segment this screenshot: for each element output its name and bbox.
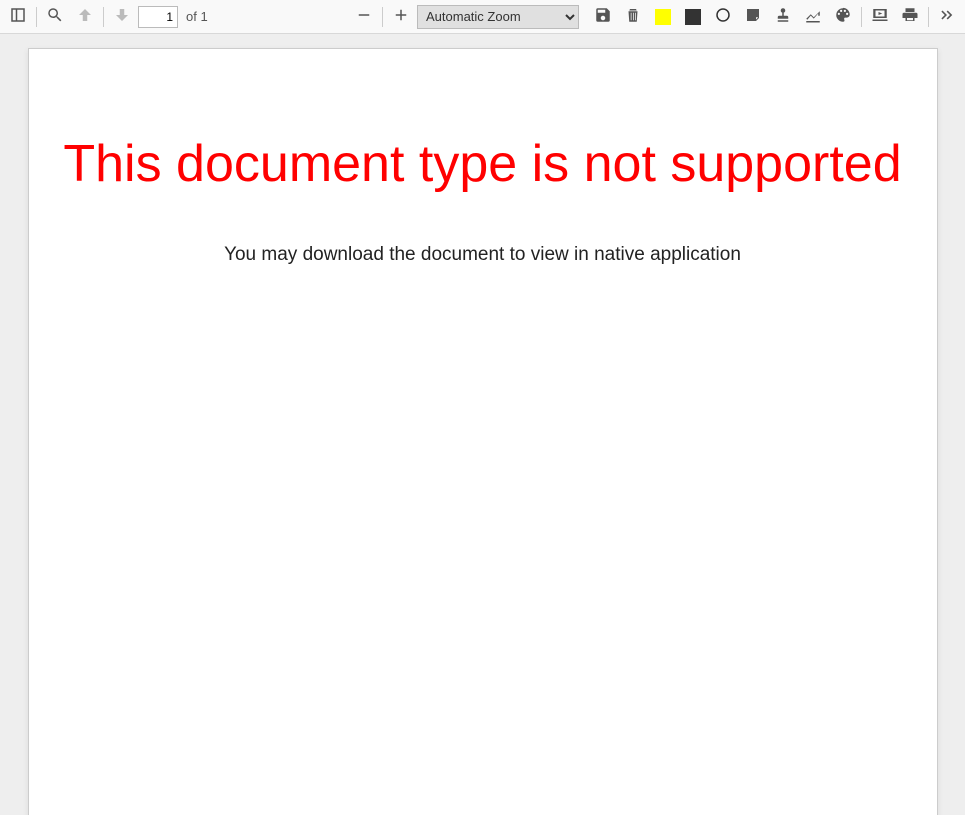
separator	[928, 7, 929, 27]
print-icon	[901, 6, 919, 27]
circle-icon	[714, 6, 732, 27]
arrow-down-icon	[113, 6, 131, 27]
separator	[382, 7, 383, 27]
toolbar-right	[589, 3, 961, 31]
presentation-icon	[871, 6, 889, 27]
error-title: This document type is not supported	[29, 119, 937, 210]
signature-icon	[804, 6, 822, 27]
chevron-double-right-icon	[938, 6, 956, 27]
note-button[interactable]	[739, 3, 767, 31]
toolbar: of 1 Automatic Zoom	[0, 0, 965, 34]
trash-icon	[624, 6, 642, 27]
highlight-button[interactable]	[649, 3, 677, 31]
separator	[36, 7, 37, 27]
page-total-label: of 1	[186, 9, 208, 24]
save-icon	[594, 6, 612, 27]
next-page-button[interactable]	[108, 3, 136, 31]
error-subtitle: You may download the document to view in…	[29, 244, 937, 266]
more-tools-button[interactable]	[933, 3, 961, 31]
sidebar-toggle-button[interactable]	[4, 3, 32, 31]
search-button[interactable]	[41, 3, 69, 31]
previous-page-button[interactable]	[71, 3, 99, 31]
zoom-in-button[interactable]	[387, 3, 415, 31]
separator	[103, 7, 104, 27]
square-icon	[685, 9, 701, 25]
stamp-button[interactable]	[769, 3, 797, 31]
note-icon	[744, 6, 762, 27]
separator	[861, 7, 862, 27]
document-viewer[interactable]: This document type is not supported You …	[0, 34, 965, 815]
color-button[interactable]	[829, 3, 857, 31]
rectangle-button[interactable]	[679, 3, 707, 31]
toolbar-center: Automatic Zoom	[208, 3, 589, 31]
minus-icon	[355, 6, 373, 27]
search-icon	[46, 6, 64, 27]
highlight-icon	[655, 9, 671, 25]
sidebar-icon	[9, 6, 27, 27]
toolbar-left: of 1	[4, 3, 208, 31]
zoom-select[interactable]: Automatic Zoom	[417, 5, 579, 29]
presentation-button[interactable]	[866, 3, 894, 31]
sign-button[interactable]	[799, 3, 827, 31]
delete-button[interactable]	[619, 3, 647, 31]
zoom-out-button[interactable]	[350, 3, 378, 31]
circle-button[interactable]	[709, 3, 737, 31]
document-page: This document type is not supported You …	[28, 48, 938, 815]
palette-icon	[834, 6, 852, 27]
save-button[interactable]	[589, 3, 617, 31]
arrow-up-icon	[76, 6, 94, 27]
page-number-input[interactable]	[138, 6, 178, 28]
stamp-icon	[774, 6, 792, 27]
print-button[interactable]	[896, 3, 924, 31]
plus-icon	[392, 6, 410, 27]
